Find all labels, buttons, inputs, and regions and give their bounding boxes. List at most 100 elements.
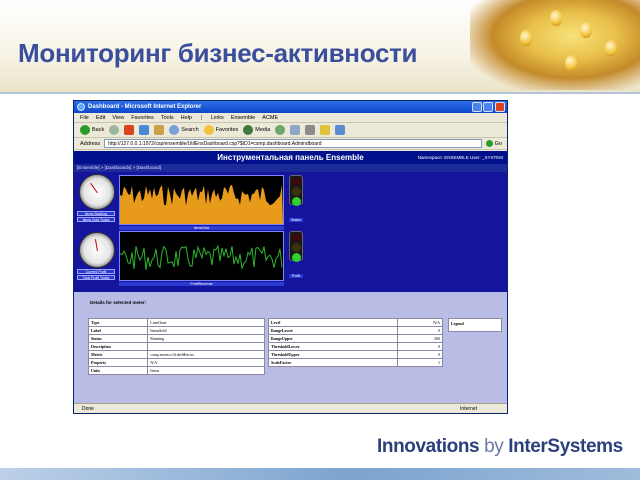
- footer-bar: [0, 468, 640, 480]
- property-key: RangeLower: [268, 326, 398, 335]
- back-arrow-icon: [80, 125, 90, 135]
- table-row: Property N/A: [87, 358, 265, 367]
- search-icon: [169, 125, 180, 135]
- menu-bar: File Edit View Favorites Tools Help Link…: [74, 113, 507, 123]
- close-icon[interactable]: [495, 102, 505, 112]
- gauge-label: Total Profit Today: [77, 275, 115, 280]
- light-label: Profit: [289, 274, 303, 278]
- favorites-label: Favorites: [215, 127, 239, 133]
- meter-properties-table: Type LineChart Label ItemsSold Status Runni…: [87, 318, 265, 375]
- yellow-lamp-icon: [291, 243, 301, 252]
- messenger-icon[interactable]: [335, 125, 346, 135]
- traffic-light[interactable]: [289, 175, 303, 206]
- favorites-button[interactable]: Favorites: [203, 125, 239, 135]
- menu-view[interactable]: View: [112, 113, 124, 122]
- gauge-needle: [94, 239, 98, 252]
- property-key: RangeUpper: [268, 334, 398, 343]
- chart-line: [119, 244, 283, 271]
- namespace-info: Namespace: ENSEMBLE User: _SYSTEM: [417, 155, 503, 160]
- window-title: Dashboard - Microsoft Internet Explorer: [88, 104, 202, 110]
- table-row: RangeUpper 300: [268, 334, 444, 343]
- forward-arrow-icon[interactable]: [109, 125, 120, 135]
- back-label: Back: [92, 127, 105, 133]
- breadcrumb[interactable]: [Ensemble] > [Dashboards] > [Dashboard]: [74, 164, 507, 172]
- table-row: ScaleFactor 1: [268, 358, 444, 367]
- gauge-label: Items Backlog: [77, 211, 115, 216]
- browser-window: Dashboard - Microsoft Internet Explorer …: [73, 100, 508, 414]
- status-bar: Done Internet: [74, 403, 507, 413]
- print-icon[interactable]: [305, 125, 316, 135]
- gauge-label: Items Sold Today: [77, 217, 115, 222]
- mail-icon[interactable]: [290, 125, 301, 135]
- stop-icon[interactable]: [124, 125, 135, 135]
- red-lamp-icon: [291, 177, 301, 186]
- gauge-needle: [90, 182, 98, 194]
- table-row: Type LineChart: [87, 318, 265, 327]
- media-label: Media: [255, 127, 271, 133]
- property-value: 300: [396, 334, 444, 343]
- property-key: Level: [268, 318, 398, 327]
- media-icon: [243, 125, 254, 135]
- media-button[interactable]: Media: [243, 125, 270, 135]
- chart-canvas: [119, 244, 283, 271]
- table-row: Units Items: [87, 366, 265, 375]
- property-key: ScaleFactor: [268, 358, 398, 367]
- edit-icon[interactable]: [320, 125, 331, 135]
- intersystems-logo: Innovations by InterSystems: [377, 436, 623, 458]
- legend-box: Legend: [448, 318, 502, 332]
- chart-label: ProfitRevenue: [119, 282, 284, 286]
- property-value: ItemsSold: [147, 326, 265, 335]
- minimize-icon[interactable]: [472, 102, 482, 112]
- property-key: Label: [87, 326, 149, 335]
- gauge-meter[interactable]: Current Profit Total Profit Today: [77, 232, 117, 280]
- status-text: Done: [82, 406, 94, 412]
- property-value: N/A: [147, 358, 265, 367]
- property-value: 1: [396, 358, 444, 367]
- brand-by: by: [479, 436, 509, 457]
- header-divider: [0, 92, 640, 94]
- browser-toolbar: Back Search Favorites Media: [74, 123, 507, 138]
- property-value: 0: [396, 326, 444, 335]
- go-button[interactable]: Go: [485, 140, 507, 147]
- property-key: Status: [87, 334, 149, 343]
- slide-title: Мониторинг бизнес-активности: [18, 38, 418, 68]
- bulb-icon: [605, 40, 617, 56]
- security-zone: Internet: [460, 406, 477, 412]
- speedometer-icon: [79, 232, 115, 268]
- property-value: 0: [396, 342, 444, 351]
- green-lamp-icon: [291, 197, 301, 206]
- go-label: Go: [494, 140, 502, 147]
- address-input[interactable]: http://127.0.0.1:1972/csp/ensemble/UtilE…: [104, 139, 482, 148]
- link-acme[interactable]: ACME: [262, 113, 278, 122]
- search-button[interactable]: Search: [169, 125, 199, 135]
- traffic-light[interactable]: [289, 231, 303, 262]
- menu-help[interactable]: Help: [181, 113, 192, 122]
- ensemble-page: Инструментальная панель Ensemble Namespa…: [74, 151, 507, 403]
- history-icon[interactable]: [275, 125, 286, 135]
- home-icon[interactable]: [154, 125, 165, 135]
- property-key: Metric: [87, 350, 149, 359]
- links-label[interactable]: Links: [211, 113, 224, 122]
- items-sold-chart[interactable]: [119, 175, 284, 225]
- refresh-icon[interactable]: [139, 125, 150, 135]
- bulb-icon: [550, 10, 562, 26]
- dashboard-panel: Items Backlog Items Sold Today ItemsSold…: [74, 172, 507, 292]
- profit-revenue-chart[interactable]: [119, 231, 284, 281]
- maximize-icon[interactable]: [483, 102, 493, 112]
- bulb-icon: [580, 22, 592, 38]
- table-row: Label ItemsSold: [87, 326, 265, 335]
- menu-tools[interactable]: Tools: [161, 113, 174, 122]
- chart-canvas: [120, 184, 283, 224]
- green-lamp-icon: [291, 253, 301, 262]
- speedometer-icon: [79, 174, 115, 210]
- menu-edit[interactable]: Edit: [96, 113, 105, 122]
- menu-separator: [200, 115, 202, 120]
- gauge-meter[interactable]: Items Backlog Items Sold Today: [77, 174, 117, 222]
- link-ensemble[interactable]: Ensemble: [231, 113, 255, 122]
- back-button[interactable]: Back: [80, 125, 104, 135]
- menu-favorites[interactable]: Favorites: [131, 113, 154, 122]
- ensemble-title: Инструментальная панель Ensemble: [217, 153, 364, 162]
- menu-file[interactable]: File: [80, 113, 89, 122]
- table-row: Status Running: [87, 334, 265, 343]
- property-key: Description: [87, 342, 149, 351]
